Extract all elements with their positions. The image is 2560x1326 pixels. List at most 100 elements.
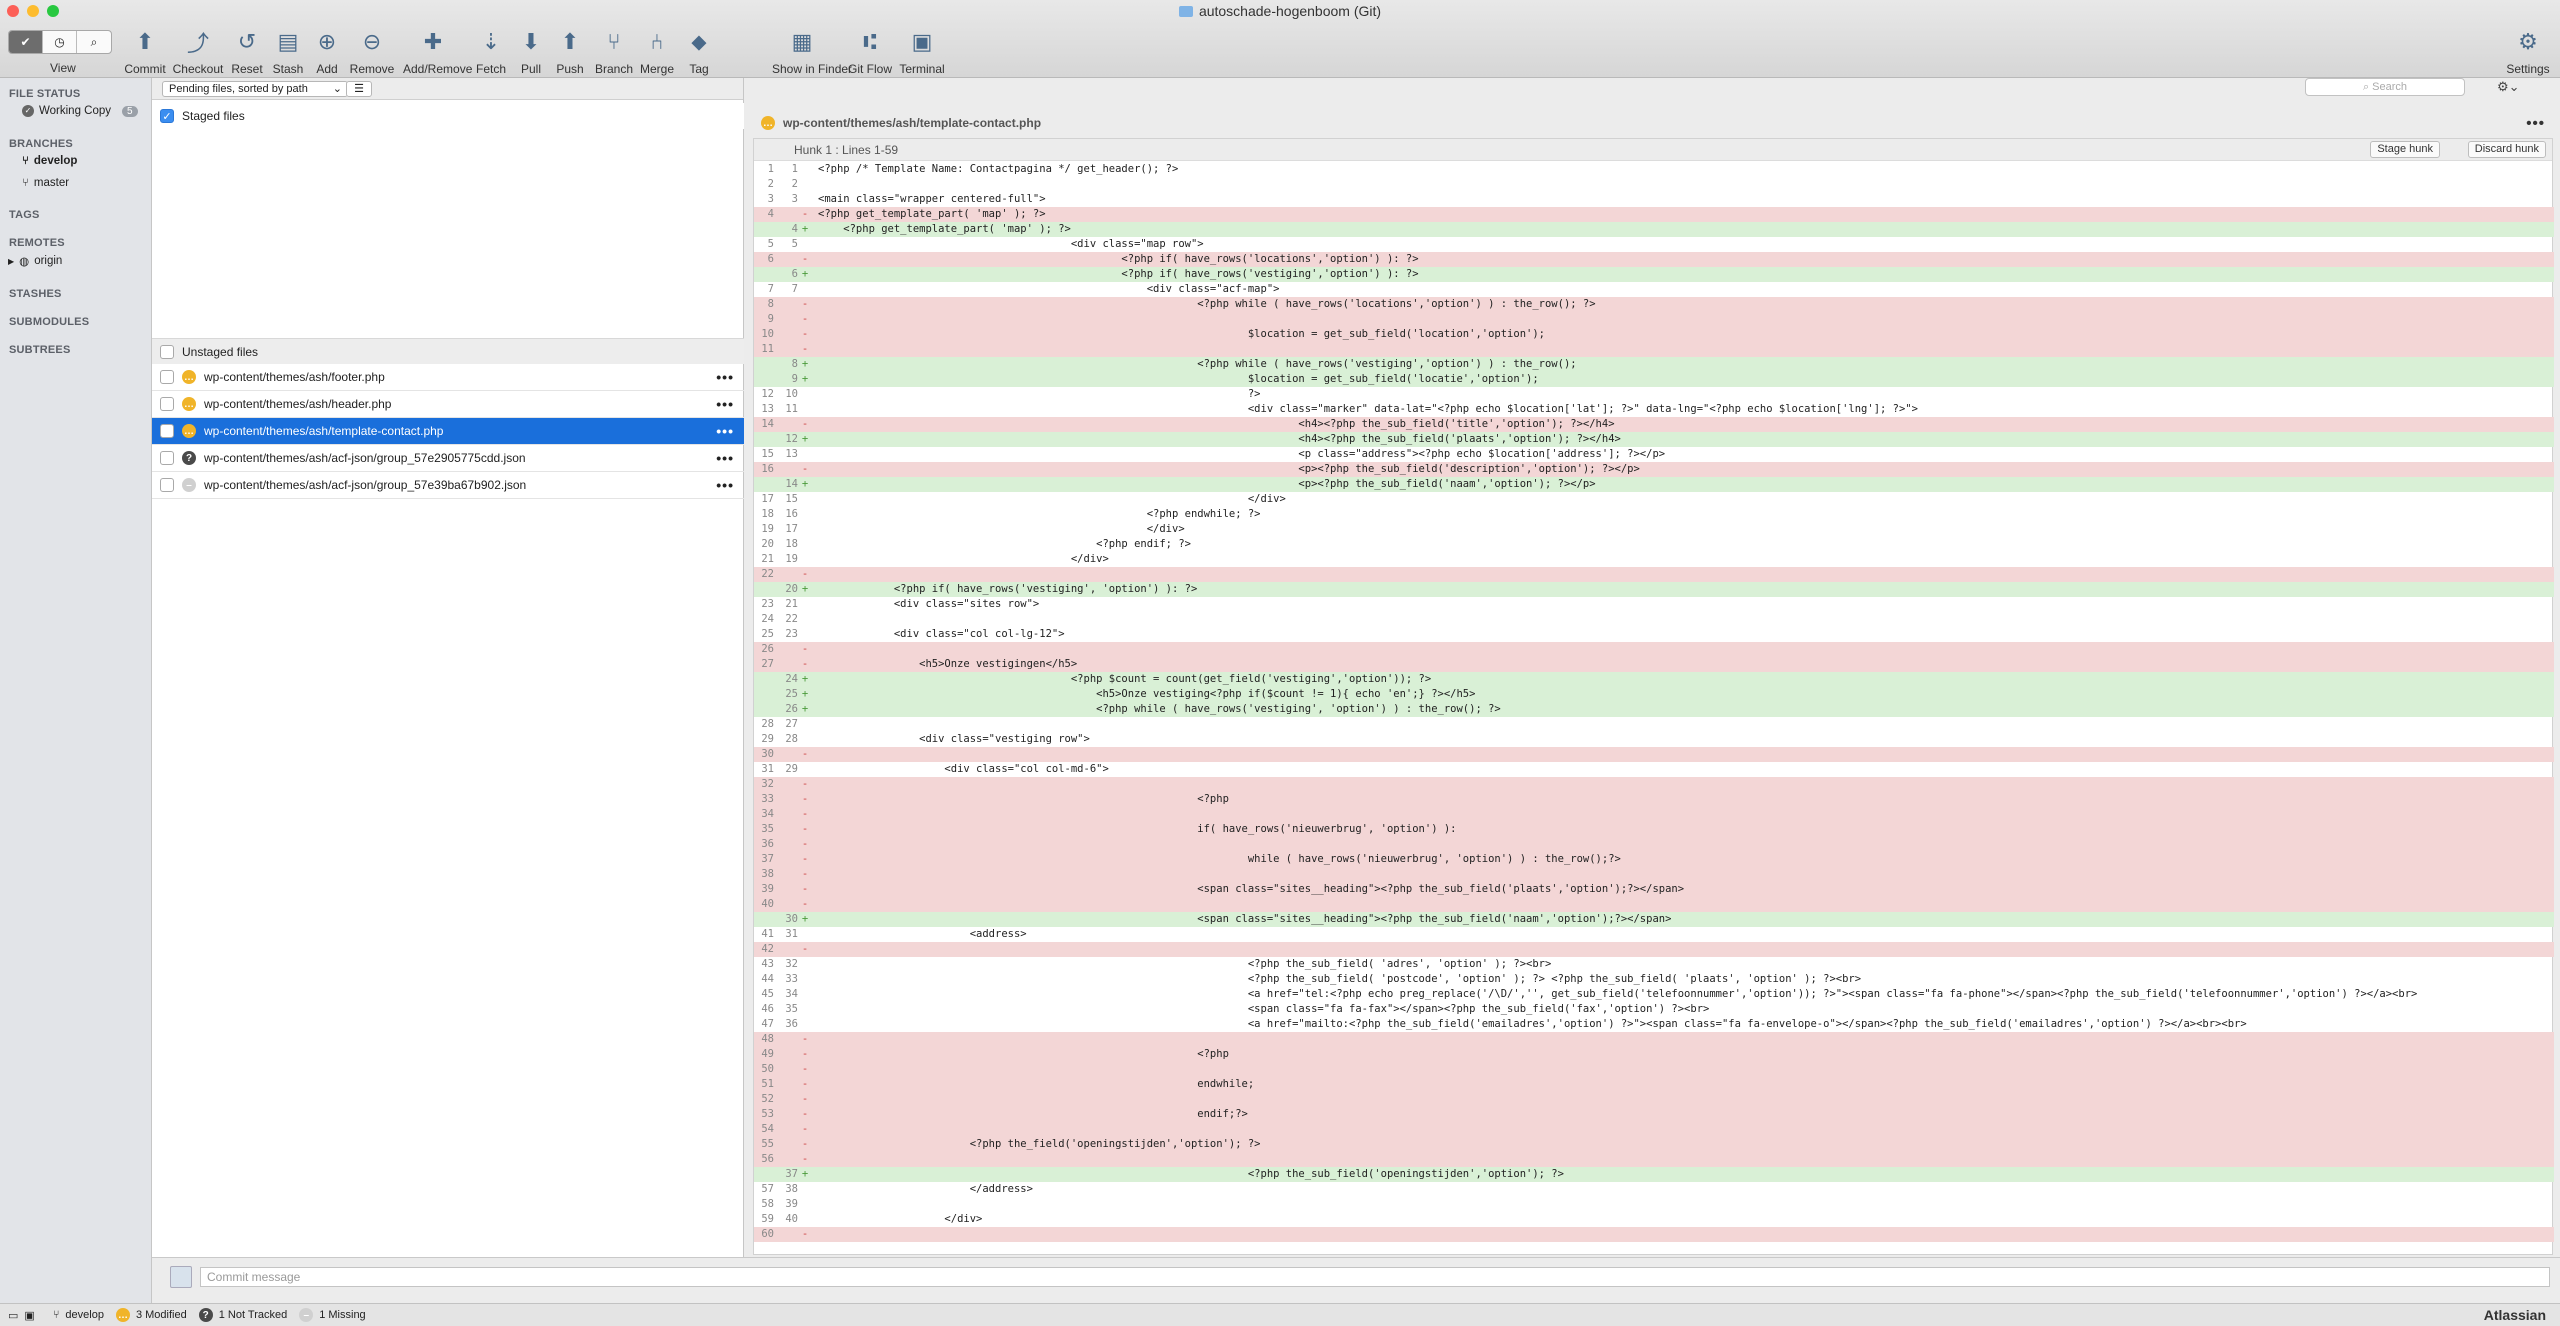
diff-line[interactable]: 14 - <h4><?php the_sub_field('title','opt… (754, 417, 2554, 432)
diff-line[interactable]: 30 - (754, 747, 2554, 762)
tags-heading[interactable]: TAGS (9, 209, 40, 221)
diff-line[interactable]: 30 + <span class="sites__heading"><?php t… (754, 912, 2554, 927)
add-remove-button[interactable]: ✚ Add/Remove (403, 26, 472, 76)
diff-line[interactable]: 38 - (754, 867, 2554, 882)
diff-line[interactable]: 9- (754, 312, 2554, 327)
more-options-icon[interactable]: ••• (716, 450, 734, 466)
discard-hunk-button[interactable]: Discard hunk (2467, 141, 2546, 158)
diff-line[interactable]: 8 - <?php while ( have_rows('locations','… (754, 297, 2554, 312)
diff-line[interactable]: 26 + <?php while ( have_rows('vestiging',… (754, 702, 2554, 717)
diff-line[interactable]: 44 33 <?php the_sub_field( 'postcode', 'o… (754, 972, 2554, 987)
diff-line[interactable]: 23 21 <div class="sites row"> (754, 597, 2554, 612)
diff-line[interactable]: 40 - (754, 897, 2554, 912)
diff-line[interactable]: 41 31 <address> (754, 927, 2554, 942)
diff-line[interactable]: 49 - <?php (754, 1047, 2554, 1062)
diff-line[interactable]: 31 29 <div class="col col-md-6"> (754, 762, 2554, 777)
sort-select[interactable]: Pending files, sorted by path ⌄ (162, 81, 348, 97)
diff-line[interactable]: 33 - <?php (754, 792, 2554, 807)
diff-line[interactable]: 5 5 <div class="map row"> (754, 237, 2554, 252)
diff-line[interactable]: 13 11 <div class="marker" data-lat="<?php… (754, 402, 2554, 417)
git-flow-button[interactable]: ⑆ Git Flow (840, 26, 900, 76)
diff-line[interactable]: 24 22 (754, 612, 2554, 627)
subtrees-heading[interactable]: SUBTREES (9, 344, 71, 356)
remove-button[interactable]: ⊖ Remove (342, 26, 402, 76)
diff-line[interactable]: 56 - (754, 1152, 2554, 1167)
stashes-heading[interactable]: STASHES (9, 288, 62, 300)
diff-line[interactable]: 42 - (754, 942, 2554, 957)
commit-button[interactable]: ⬆ Commit (115, 26, 175, 76)
diff-line[interactable]: 25 23 <div class="col col-lg-12"> (754, 627, 2554, 642)
more-options-icon[interactable]: ••• (2526, 115, 2545, 132)
staged-checkbox[interactable]: ✓ (160, 109, 174, 123)
diff-line[interactable]: 32 - (754, 777, 2554, 792)
diff-line[interactable]: 37 + <?php the_sub_field('openingstijden'… (754, 1167, 2554, 1182)
diff-line[interactable]: 58 39 (754, 1197, 2554, 1212)
history-view-icon[interactable]: ◷ (43, 31, 77, 53)
search-input[interactable]: ⌕ Search (2305, 78, 2465, 96)
diff-line[interactable]: 28 27 (754, 717, 2554, 732)
submodules-heading[interactable]: SUBMODULES (9, 316, 89, 328)
diff-line[interactable]: 10 - $location = get_sub_field('location'… (754, 327, 2554, 342)
diff-line[interactable]: 22 (754, 177, 2554, 192)
diff-line[interactable]: 29 28 <div class="vestiging row"> (754, 732, 2554, 747)
diff-line[interactable]: 37 - while ( have_rows('nieuwerbrug', 'op… (754, 852, 2554, 867)
stage-checkbox[interactable] (160, 478, 174, 492)
diff-line[interactable]: 22 - (754, 567, 2554, 582)
stage-checkbox[interactable] (160, 424, 174, 438)
diff-line[interactable]: 47 36 <a href="mailto:<?php the_sub_field… (754, 1017, 2554, 1032)
file-row[interactable]: ? wp-content/themes/ash/acf-json/group_57… (152, 445, 744, 472)
diff-line[interactable]: 24 + <?php $count = count(get_field('vest… (754, 672, 2554, 687)
show-in-finder-button[interactable]: ▦ Show in Finder (772, 26, 852, 76)
diff-line[interactable]: 39 - <span class="sites__heading"><?php t… (754, 882, 2554, 897)
diff-line[interactable]: 50 - (754, 1062, 2554, 1077)
diff-line[interactable]: 36 - (754, 837, 2554, 852)
diff-line[interactable]: 45 34 <a href="tel:<?php echo preg_replac… (754, 987, 2554, 1002)
diff-line[interactable]: 20 + <?php if( have_rows('vestiging', 'op… (754, 582, 2554, 597)
file-row[interactable]: – wp-content/themes/ash/acf-json/group_57… (152, 472, 744, 499)
diff-line[interactable]: 15 13 <p class="address"><?php echo $loca… (754, 447, 2554, 462)
diff-line[interactable]: 46 35 <span class="fa fa-fax"></span><?ph… (754, 1002, 2554, 1017)
diff-line[interactable]: 14 + <p><?php the_sub_field('naam','optio… (754, 477, 2554, 492)
stage-checkbox[interactable] (160, 451, 174, 465)
diff-line[interactable]: 18 16 <?php endwhile; ?> (754, 507, 2554, 522)
sidebar-item-origin[interactable]: ▶ ◍ origin (8, 254, 62, 268)
diff-line[interactable]: 11 - (754, 342, 2554, 357)
stage-checkbox[interactable] (160, 397, 174, 411)
sidebar-toggle-icon[interactable]: ▭ (8, 1309, 18, 1322)
diff-line[interactable]: 20 18 <?php endif; ?> (754, 537, 2554, 552)
settings-button[interactable]: ⚙ Settings (2498, 26, 2558, 76)
diff-line[interactable]: 57 38 </address> (754, 1182, 2554, 1197)
sidebar-item-working-copy[interactable]: ✓ Working Copy 5 (22, 105, 138, 117)
diff-line[interactable]: 55 - <?php the_field('openingstijden','op… (754, 1137, 2554, 1152)
diff-line[interactable]: 21 19 </div> (754, 552, 2554, 567)
stage-checkbox[interactable] (160, 370, 174, 384)
search-view-icon[interactable]: ⌕ (77, 31, 111, 53)
file-row[interactable]: … wp-content/themes/ash/header.php ••• (152, 391, 744, 418)
diff-line[interactable]: 7 7 <div class="acf-map"> (754, 282, 2554, 297)
diff-line[interactable]: 16 - <p><?php the_sub_field('description'… (754, 462, 2554, 477)
more-options-icon[interactable]: ••• (716, 423, 734, 439)
diff-line[interactable]: 17 15 </div> (754, 492, 2554, 507)
diff-line[interactable]: 12 + <h4><?php the_sub_field('plaats','op… (754, 432, 2554, 447)
diff-line[interactable]: 59 40 </div> (754, 1212, 2554, 1227)
more-options-icon[interactable]: ••• (716, 477, 734, 493)
disk-icon[interactable]: ▣ (24, 1309, 34, 1322)
stage-hunk-button[interactable]: Stage hunk (2370, 141, 2440, 158)
commit-message-input[interactable]: Commit message (200, 1267, 2550, 1287)
diff-line[interactable]: 19 17 </div> (754, 522, 2554, 537)
diff-line[interactable]: 48 - (754, 1032, 2554, 1047)
diff-line[interactable]: 4 + <?php get_template_part( 'map' ); ?> (754, 222, 2554, 237)
diff-line[interactable]: 3 3 <main class="wrapper centered-full"> (754, 192, 2554, 207)
diff-line[interactable]: 51 - endwhile; (754, 1077, 2554, 1092)
checkmark-view-icon[interactable]: ✔ (9, 31, 43, 53)
diff-line[interactable]: 35 - if( have_rows('nieuwerbrug', 'option… (754, 822, 2554, 837)
sidebar-item-master[interactable]: ⑂ master (22, 177, 69, 189)
gear-icon[interactable]: ⚙⌄ (2497, 79, 2520, 95)
diff-line[interactable]: 60 - (754, 1227, 2554, 1242)
view-segmented-control[interactable]: ✔ ◷ ⌕ (8, 30, 112, 54)
diff-line[interactable]: 12 10 ?> (754, 387, 2554, 402)
diff-line[interactable]: 53 - endif;?> (754, 1107, 2554, 1122)
tag-button[interactable]: ⬥ Tag (669, 26, 729, 76)
diff-line[interactable]: 43 32 <?php the_sub_field( 'adres', 'opti… (754, 957, 2554, 972)
status-branch[interactable]: develop (65, 1309, 104, 1321)
